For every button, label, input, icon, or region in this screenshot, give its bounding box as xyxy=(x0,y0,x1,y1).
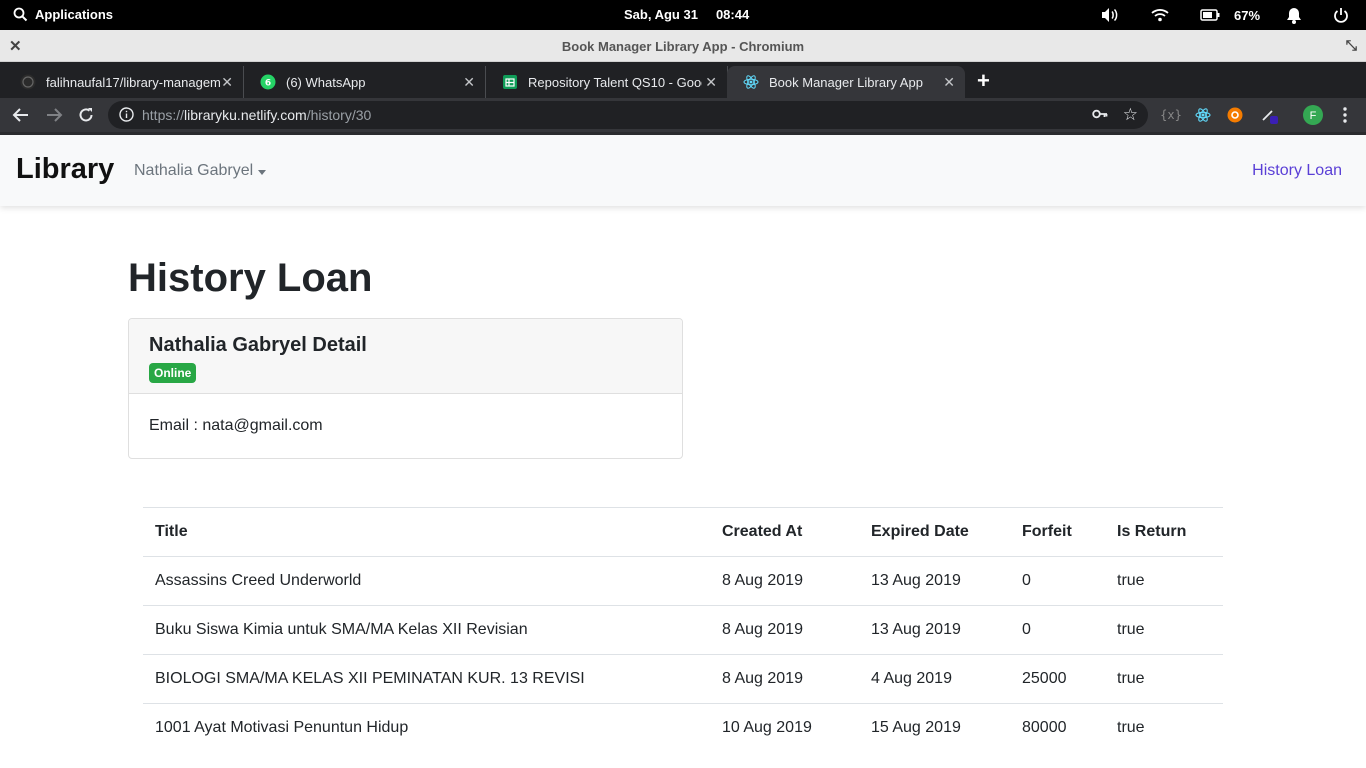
time-text: 08:44 xyxy=(715,7,750,22)
cell-title: Assassins Creed Underworld xyxy=(143,556,710,606)
kebab-menu-icon[interactable] xyxy=(1336,106,1354,124)
loan-history-table: Title Created At Expired Date Forfeit Is… xyxy=(143,507,1223,753)
brand-logo-text[interactable]: Library xyxy=(16,153,114,186)
volume-icon[interactable] xyxy=(1100,6,1120,24)
column-header-title: Title xyxy=(143,507,710,557)
column-header-expired-date: Expired Date xyxy=(859,507,1010,557)
cell-is-return: true xyxy=(1105,703,1223,753)
bookmark-star-icon[interactable]: ☆ xyxy=(1123,105,1138,125)
cell-is-return: true xyxy=(1105,556,1223,606)
window-title: Book Manager Library App - Chromium xyxy=(561,39,805,54)
card-header: Nathalia Gabryel Detail Online xyxy=(129,319,682,394)
table-row: Buku Siswa Kimia untuk SMA/MA Kelas XII … xyxy=(143,605,1223,655)
tab-label: Repository Talent QS10 - Googl xyxy=(528,74,702,90)
cell-created-at: 10 Aug 2019 xyxy=(710,703,859,753)
github-icon xyxy=(20,74,36,90)
sheets-icon xyxy=(502,74,518,90)
date-text: Sab, Agu 31 xyxy=(624,7,698,22)
column-header-is-return: Is Return xyxy=(1105,507,1223,557)
search-icon xyxy=(13,7,28,22)
cell-created-at: 8 Aug 2019 xyxy=(710,556,859,606)
extension-braces-icon[interactable]: {x} xyxy=(1160,106,1182,124)
info-icon[interactable] xyxy=(119,107,134,125)
notification-bell-icon[interactable] xyxy=(1286,6,1302,24)
cell-is-return: true xyxy=(1105,654,1223,704)
user-detail-card: Nathalia Gabryel Detail Online Email : n… xyxy=(128,318,683,459)
cell-created-at: 8 Aug 2019 xyxy=(710,654,859,704)
history-loan-link[interactable]: History Loan xyxy=(1252,162,1342,180)
site-navbar: Library Nathalia Gabryel History Loan xyxy=(0,135,1366,206)
cell-expired-date: 13 Aug 2019 xyxy=(859,605,1010,655)
url-path: /history/30 xyxy=(306,107,372,123)
color-picker-icon[interactable] xyxy=(1260,106,1278,124)
whatsapp-icon: 6 xyxy=(260,74,276,90)
cell-forfeit: 80000 xyxy=(1010,703,1105,753)
close-icon[interactable]: ✕ xyxy=(463,74,475,91)
battery-icon[interactable] xyxy=(1200,6,1220,24)
new-tab-icon[interactable]: + xyxy=(977,68,990,94)
browser-toolbar: https://libraryku.netlify.com/history/30… xyxy=(0,98,1366,132)
table-row: Assassins Creed Underworld 8 Aug 2019 13… xyxy=(143,556,1223,606)
cell-title: 1001 Ayat Motivasi Penuntun Hidup xyxy=(143,703,710,753)
table-row: BIOLOGI SMA/MA KELAS XII PEMINATAN KUR. … xyxy=(143,654,1223,704)
address-bar[interactable]: https://libraryku.netlify.com/history/30… xyxy=(108,101,1148,129)
window-restore-icon[interactable]: ⤡ xyxy=(1346,37,1357,54)
tab-book-manager[interactable]: Book Manager Library App ✕ xyxy=(727,66,965,98)
applications-menu[interactable]: Applications xyxy=(13,7,113,22)
url-scheme: https:// xyxy=(142,107,185,123)
reload-icon[interactable] xyxy=(75,104,97,126)
cell-is-return: true xyxy=(1105,605,1223,655)
cell-title: BIOLOGI SMA/MA KELAS XII PEMINATAN KUR. … xyxy=(143,654,710,704)
web-page: Library Nathalia Gabryel History Loan Hi… xyxy=(0,135,1366,768)
caret-down-icon xyxy=(258,169,267,175)
os-top-bar: Applications Sab, Agu 31 08:44 67% xyxy=(0,0,1366,30)
table-header-row: Title Created At Expired Date Forfeit Is… xyxy=(143,507,1223,557)
profile-avatar[interactable]: F xyxy=(1303,105,1323,125)
react-devtools-icon[interactable] xyxy=(1194,106,1212,124)
close-icon[interactable]: ✕ xyxy=(221,74,233,91)
page-title: History Loan xyxy=(128,256,373,300)
email-text: Email : nata@gmail.com xyxy=(149,417,323,434)
column-header-created-at: Created At xyxy=(710,507,859,557)
close-icon[interactable]: ✕ xyxy=(943,74,955,91)
key-icon[interactable] xyxy=(1092,107,1108,124)
cell-expired-date: 15 Aug 2019 xyxy=(859,703,1010,753)
cell-expired-date: 13 Aug 2019 xyxy=(859,556,1010,606)
battery-percent: 67% xyxy=(1234,7,1261,23)
cell-forfeit: 25000 xyxy=(1010,654,1105,704)
window-title-bar: ✕ Book Manager Library App - Chromium ⤡ xyxy=(0,30,1366,62)
tab-label: (6) WhatsApp xyxy=(286,74,366,90)
wifi-icon[interactable] xyxy=(1151,6,1169,24)
back-arrow-icon[interactable] xyxy=(10,104,32,126)
cell-title: Buku Siswa Kimia untuk SMA/MA Kelas XII … xyxy=(143,605,710,655)
user-dropdown[interactable]: Nathalia Gabryel xyxy=(134,162,267,180)
power-icon[interactable] xyxy=(1333,6,1349,24)
applications-label: Applications xyxy=(35,7,114,22)
cell-expired-date: 4 Aug 2019 xyxy=(859,654,1010,704)
url-host: libraryku.netlify.com xyxy=(184,107,307,123)
tab-sheets[interactable]: Repository Talent QS10 - Googl ✕ xyxy=(486,66,728,98)
tab-github[interactable]: falihnaufal17/library-managem ✕ xyxy=(4,66,244,98)
react-icon xyxy=(743,74,759,90)
column-header-forfeit: Forfeit xyxy=(1010,507,1105,557)
whatsapp-badge: 6 xyxy=(265,79,271,89)
extension-orange-icon[interactable] xyxy=(1226,106,1244,124)
card-body: Email : nata@gmail.com xyxy=(129,394,682,458)
user-name: Nathalia Gabryel xyxy=(134,162,254,179)
cell-forfeit: 0 xyxy=(1010,605,1105,655)
url-text: https://libraryku.netlify.com/history/30 xyxy=(142,107,371,123)
card-title: Nathalia Gabryel Detail xyxy=(149,334,367,356)
tab-label: falihnaufal17/library-managem xyxy=(46,74,220,90)
clock[interactable]: Sab, Agu 31 08:44 xyxy=(624,7,749,22)
tab-whatsapp[interactable]: 6 (6) WhatsApp ✕ xyxy=(244,66,486,98)
close-icon[interactable]: ✕ xyxy=(705,74,717,91)
cell-forfeit: 0 xyxy=(1010,556,1105,606)
forward-arrow-icon[interactable] xyxy=(43,104,65,126)
table-row: 1001 Ayat Motivasi Penuntun Hidup 10 Aug… xyxy=(143,703,1223,753)
cell-created-at: 8 Aug 2019 xyxy=(710,605,859,655)
tab-strip: falihnaufal17/library-managem ✕ 6 (6) Wh… xyxy=(0,62,1366,98)
status-badge: Online xyxy=(149,363,197,383)
tab-label: Book Manager Library App xyxy=(769,74,923,90)
profile-initial: F xyxy=(1310,110,1317,122)
